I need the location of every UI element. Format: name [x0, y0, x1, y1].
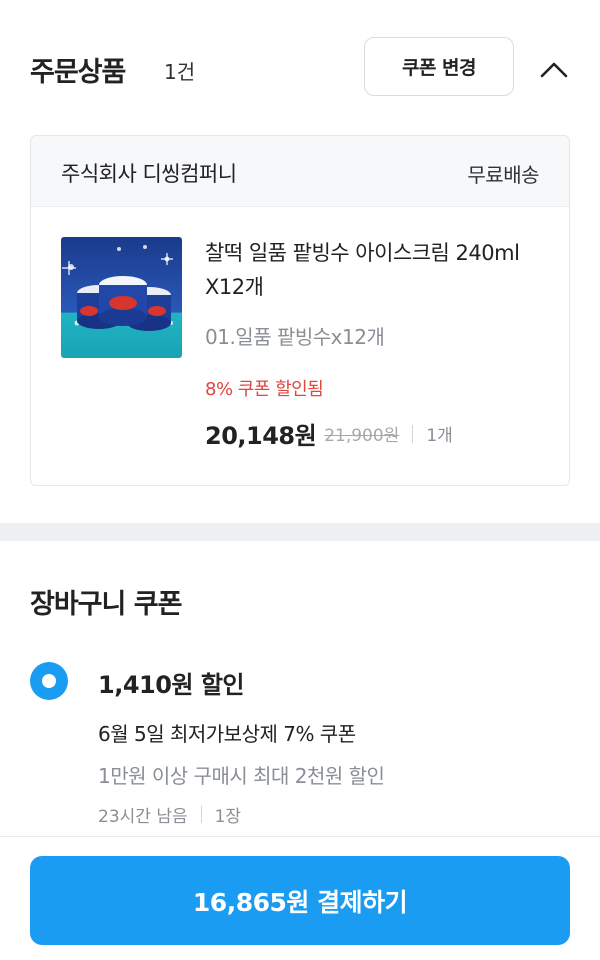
product-name[interactable]: 찰떡 일품 팥빙수 아이스크림 240ml X12개 [205, 236, 545, 304]
coupon-radio-selected[interactable] [30, 662, 68, 700]
coupon-meta: 23시간 남음 1장 [98, 802, 241, 827]
seller-card: 주식회사 디씽컴퍼니 무료배송 찰떡 일품 팥빙수 아이스크림 240ml X1… [30, 135, 570, 486]
order-count: 1건 [164, 60, 196, 84]
sale-price: 20,148원 [205, 422, 317, 450]
seller-name: 주식회사 디씽컴퍼니 [61, 162, 237, 186]
coupon-discount-amount[interactable]: 1,410원 할인 [98, 665, 245, 700]
coupon-condition: 1만원 이상 구매시 최대 2천원 할인 [98, 764, 385, 788]
price-row: 20,148원 21,900원 1개 [205, 416, 453, 451]
coupon-name: 6월 5일 최저가보상제 7% 쿠폰 [98, 722, 356, 746]
product-thumbnail[interactable] [61, 237, 182, 358]
divider [412, 424, 414, 443]
quantity: 1개 [426, 426, 453, 446]
coupon-time-left: 23시간 남음 [98, 807, 188, 827]
coupon-discount-note: 8% 쿠폰 할인됨 [205, 379, 324, 400]
ice-cream-cups-image [61, 237, 182, 358]
seller-header: 주식회사 디씽컴퍼니 무료배송 [31, 136, 569, 207]
product-option: 01.일품 팥빙수x12개 [205, 325, 385, 349]
original-price: 21,900원 [324, 426, 400, 446]
divider [200, 806, 202, 823]
coupon-change-button[interactable]: 쿠폰 변경 [364, 37, 514, 96]
chevron-up-icon[interactable] [536, 56, 572, 84]
section-divider [0, 523, 600, 541]
order-section-title: 주문상품 [30, 57, 126, 88]
pay-button[interactable]: 16,865원 결제하기 [30, 856, 570, 945]
cart-coupon-title: 장바구니 쿠폰 [30, 589, 182, 620]
coupon-count: 1장 [214, 807, 242, 827]
checkout-bar: 16,865원 결제하기 [0, 836, 600, 960]
shipping-info: 무료배송 [467, 163, 539, 187]
order-header: 주문상품 1건 쿠폰 변경 [0, 0, 600, 135]
radio-dot-icon [42, 674, 56, 688]
